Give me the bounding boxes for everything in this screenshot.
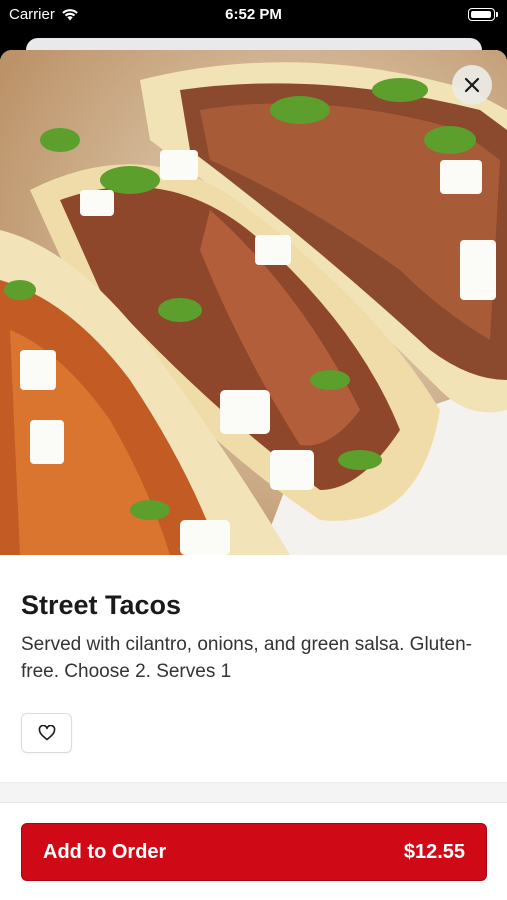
close-icon <box>464 77 480 93</box>
status-time: 6:52 PM <box>225 6 282 23</box>
item-description: Served with cilantro, onions, and green … <box>21 634 472 682</box>
favorite-button[interactable] <box>21 713 72 753</box>
item-image <box>0 50 507 555</box>
add-to-order-button[interactable]: Add to Order $12.55 <box>21 823 487 881</box>
item-title: Street Tacos <box>21 590 182 620</box>
close-button[interactable] <box>452 65 492 105</box>
status-bar: Carrier 6:52 PM <box>0 0 507 30</box>
add-to-order-label: Add to Order <box>43 840 167 863</box>
section-divider <box>0 782 507 802</box>
item-price: $12.55 <box>403 840 465 863</box>
order-footer: Add to Order $12.55 <box>0 802 507 900</box>
heart-icon <box>38 725 55 741</box>
tacos-illustration <box>0 50 507 555</box>
item-details: Street Tacos Served with cilantro, onion… <box>0 555 507 753</box>
item-detail-modal: Street Tacos Served with cilantro, onion… <box>0 50 507 900</box>
battery-icon <box>468 8 498 21</box>
